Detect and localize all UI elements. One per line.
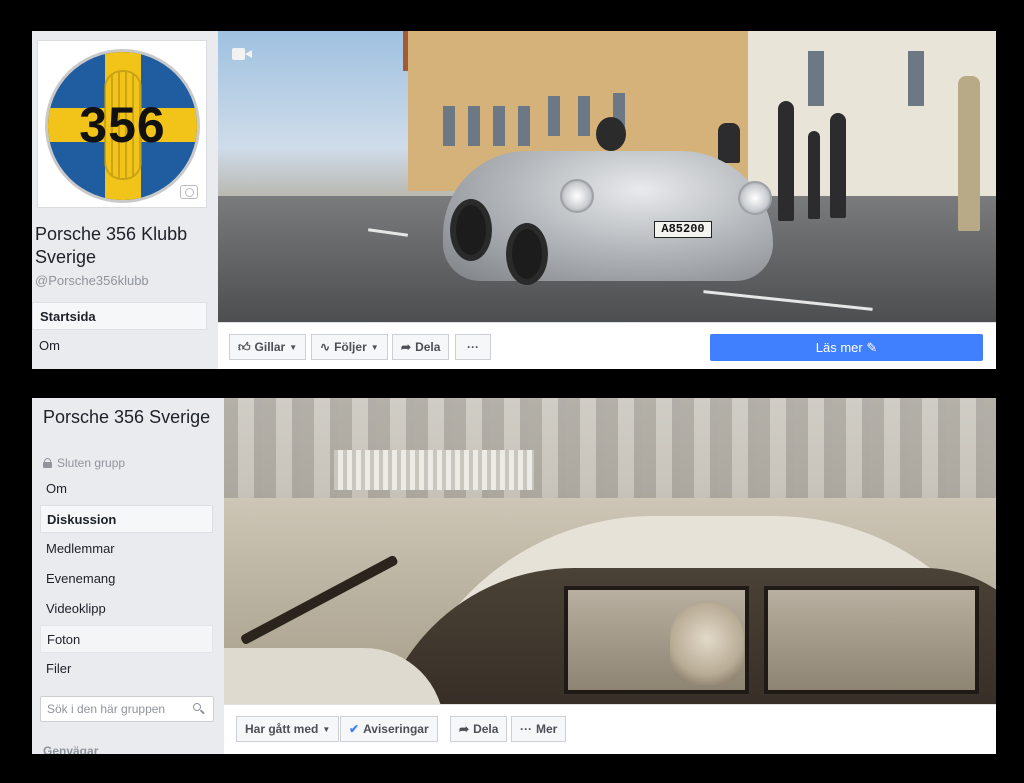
joined-button-label: Har gått med <box>245 722 319 736</box>
page-title[interactable]: Porsche 356 Klubb Sverige <box>35 223 219 269</box>
share-button-label: Dela <box>415 340 441 354</box>
share-icon: ➦ <box>401 340 412 354</box>
share-button-label: Dela <box>473 722 499 736</box>
page-cover-photo[interactable]: A85200 <box>218 31 996 322</box>
share-icon: ➦ <box>459 722 470 736</box>
nav-item-startsida[interactable]: Startsida <box>32 302 207 330</box>
share-button[interactable]: ➦ Dela <box>392 334 450 360</box>
like-button[interactable]: 👍︎ Gillar ▼ <box>229 334 307 360</box>
child-in-car <box>670 601 744 685</box>
logo-text: 356 <box>79 97 166 153</box>
page-profile-picture[interactable]: 356 <box>37 40 207 208</box>
video-icon <box>232 47 252 61</box>
follow-icon: ∿ <box>320 340 331 354</box>
like-button-label: Gillar <box>254 340 286 354</box>
more-button[interactable]: ··· <box>455 334 491 360</box>
license-plate: A85200 <box>654 221 712 238</box>
chevron-down-icon: ▼ <box>322 725 331 734</box>
page-sidebar: 356 Porsche 356 Klubb Sverige @Porsche35… <box>32 31 218 369</box>
camera-icon[interactable] <box>180 185 198 199</box>
notifications-button-label: Aviseringar <box>363 722 429 736</box>
nav-item-medlemmar[interactable]: Medlemmar <box>40 535 213 563</box>
group-title[interactable]: Porsche 356 Sverige <box>43 406 219 429</box>
shortcuts-heading: Genvägar <box>43 744 99 754</box>
more-button[interactable]: ··· Mer <box>511 716 567 742</box>
group-panel: Porsche 356 Sverige Sluten grupp Om Disk… <box>32 398 996 754</box>
porsche-550-spyder <box>443 151 773 281</box>
notifications-button[interactable]: ✔ Aviseringar <box>340 716 438 742</box>
nav-item-om[interactable]: Om <box>32 332 207 360</box>
more-button-label: Mer <box>536 722 558 736</box>
follow-button[interactable]: ∿ Följer ▼ <box>311 334 388 360</box>
chevron-down-icon: ▼ <box>289 343 298 352</box>
group-privacy: Sluten grupp <box>43 456 125 470</box>
logo-356: 356 <box>45 49 200 203</box>
nav-item-diskussion[interactable]: Diskussion <box>40 505 213 533</box>
chevron-down-icon: ▼ <box>370 343 379 352</box>
nav-item-filer[interactable]: Filer <box>40 655 213 683</box>
lock-icon <box>43 458 52 468</box>
nav-item-evenemang[interactable]: Evenemang <box>40 565 213 593</box>
page-handle[interactable]: @Porsche356klubb <box>35 273 149 288</box>
share-button[interactable]: ➦ Dela <box>450 716 508 742</box>
search-icon[interactable] <box>193 703 205 715</box>
check-icon: ✔ <box>349 722 360 736</box>
page-action-bar: 👍︎ Gillar ▼ ∿ Följer ▼ ➦ Dela ··· Läs mer ✎ <box>218 322 996 369</box>
group-cover-photo[interactable] <box>224 398 996 704</box>
pencil-icon: ✎ <box>866 340 878 355</box>
follow-button-label: Följer <box>334 340 367 354</box>
learn-more-button[interactable]: Läs mer ✎ <box>710 334 983 361</box>
like-icon: 👍︎ <box>238 340 251 354</box>
group-search-input[interactable] <box>40 696 214 722</box>
page-panel: 356 Porsche 356 Klubb Sverige @Porsche35… <box>32 31 996 369</box>
nav-item-videoklipp[interactable]: Videoklipp <box>40 595 213 623</box>
nav-item-om[interactable]: Om <box>40 475 213 503</box>
more-icon: ··· <box>520 722 532 736</box>
group-privacy-label: Sluten grupp <box>57 456 126 470</box>
nav-item-foton[interactable]: Foton <box>40 625 213 653</box>
group-sidebar: Porsche 356 Sverige Sluten grupp Om Disk… <box>32 398 224 754</box>
group-action-bar: Har gått med ▼ ✔ Aviseringar ➦ Dela ··· Mer <box>224 704 996 754</box>
joined-button[interactable]: Har gått med ▼ <box>236 716 340 742</box>
learn-more-label: Läs mer <box>815 340 863 355</box>
